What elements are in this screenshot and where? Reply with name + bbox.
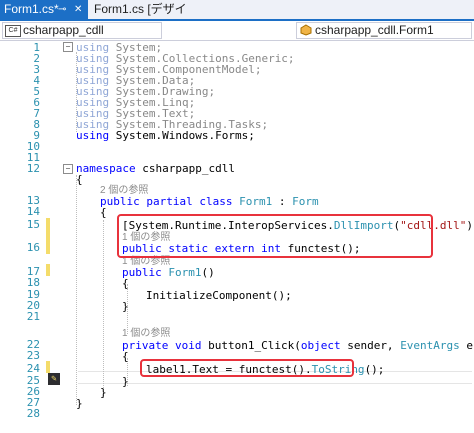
txt: { <box>100 206 107 219</box>
line-number: 28 <box>26 407 40 420</box>
txt: )] <box>466 219 474 232</box>
line-number: 18 <box>26 276 40 289</box>
code-line-14: { <box>100 207 107 218</box>
code-line-18: { <box>122 278 129 289</box>
kw: class <box>192 195 233 208</box>
pin-icon[interactable]: ⊸ <box>58 0 66 19</box>
line-number: 23 <box>26 349 40 362</box>
kw: private <box>122 339 169 352</box>
change-marker <box>46 218 50 254</box>
kw: namespace <box>76 162 136 175</box>
txt: : <box>272 195 293 208</box>
close-icon[interactable]: ✕ <box>74 0 82 19</box>
reference-count-link[interactable]: 1 個の参照 <box>122 328 170 339</box>
project-combo[interactable]: C# csharpapp_cdll <box>2 22 162 39</box>
code-line-9: using System.Windows.Forms; <box>76 130 255 141</box>
txt: } <box>122 375 129 388</box>
line-number: 14 <box>26 205 40 218</box>
code-line-25: } <box>122 376 129 387</box>
kw: void <box>168 339 202 352</box>
tab-form1-designer[interactable]: Form1.cs [デザイン]* <box>90 0 200 35</box>
code-line-22: private void button1_Click(object sender… <box>122 340 474 351</box>
code-line-23: { <box>122 351 129 362</box>
code-line-13: public partial class Form1 : Form <box>100 196 319 207</box>
txt: sender, <box>340 339 401 352</box>
txt: } <box>122 300 129 313</box>
type: Form <box>292 195 319 208</box>
class-combo[interactable]: csharpapp_cdll.Form1 <box>296 22 472 39</box>
line-number: 12 <box>26 162 40 175</box>
txt: e) <box>466 339 474 352</box>
txt: (); <box>364 363 385 376</box>
txt: csharpapp_cdll <box>135 162 235 175</box>
code-line-27: } <box>76 398 83 409</box>
highlight-box-functest-call <box>140 359 354 377</box>
kw: partial <box>139 195 193 208</box>
line-number: 16 <box>26 241 40 254</box>
tab-form1-cs[interactable]: Form1.cs* ⊸ ✕ <box>0 0 88 19</box>
highlight-box-dllimport <box>117 214 433 258</box>
code-line-17: public Form1() <box>122 267 215 278</box>
txt: InitializeComponent(); <box>146 289 292 302</box>
type: Form1 <box>232 195 273 208</box>
quick-action-pencil-icon[interactable]: ✎ <box>48 373 60 385</box>
project-combo-label: csharpapp_cdll <box>23 23 104 37</box>
csharp-project-icon: C# <box>5 25 21 37</box>
code-line-19: InitializeComponent(); <box>146 290 292 301</box>
type: Form1 <box>161 266 202 279</box>
txt: () <box>201 266 215 279</box>
txt: } <box>100 386 107 399</box>
tab-form1-cs-label: Form1.cs* <box>4 2 59 16</box>
txt: { <box>76 173 83 186</box>
change-marker <box>46 361 50 373</box>
txt: { <box>122 350 129 363</box>
line-number: 21 <box>26 310 40 323</box>
kw: object <box>300 339 341 352</box>
code-line-12: { <box>76 174 83 185</box>
txt: { <box>122 277 129 290</box>
line-number: 15 <box>26 218 40 231</box>
txt: button1_Click( <box>201 339 301 352</box>
document-tab-bar: Form1.cs* ⊸ ✕ Form1.cs [デザイン]* <box>0 0 474 35</box>
txt: System.Windows.Forms; <box>109 129 255 142</box>
class-combo-label: csharpapp_cdll.Form1 <box>315 23 434 37</box>
type: EventArgs <box>400 339 460 352</box>
line-number-gutter: 1 2 3 4 5 6 7 8 9 10 11 12 13 14 15 16 1… <box>0 41 46 433</box>
class-icon <box>300 24 312 36</box>
txt: } <box>76 397 83 410</box>
code-line-26: } <box>100 387 107 398</box>
navigation-bar: C# csharpapp_cdll csharpapp_cdll.Form1 <box>0 21 474 41</box>
kw: using <box>76 129 110 142</box>
change-marker <box>46 264 50 276</box>
code-line-11: namespace csharpapp_cdll <box>76 163 235 174</box>
code-line-20: } <box>122 301 129 312</box>
line-number: 24 <box>26 362 40 375</box>
